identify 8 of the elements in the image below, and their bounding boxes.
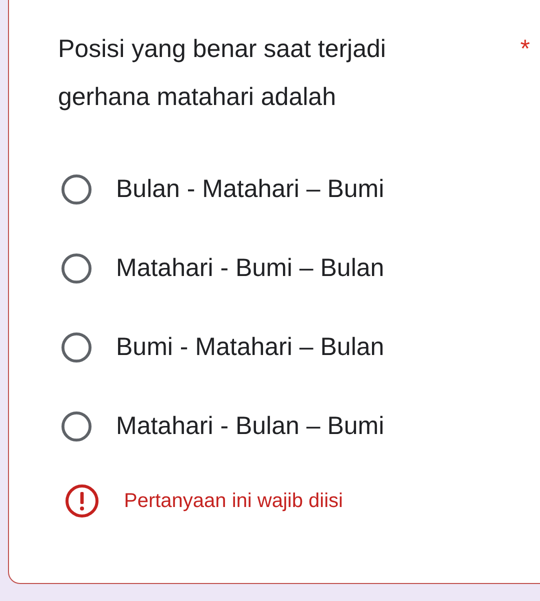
error-icon bbox=[65, 484, 99, 518]
radio-option[interactable]: Matahari - Bumi – Bulan bbox=[61, 250, 384, 286]
question-title: Posisi yang benar saat terjadi gerhana matahari adalah bbox=[58, 34, 387, 113]
radio-option[interactable]: Matahari - Bulan – Bumi bbox=[61, 408, 384, 444]
required-mark: * bbox=[520, 34, 530, 65]
radio-option[interactable]: Bulan - Matahari – Bumi bbox=[61, 171, 384, 207]
radio-option[interactable]: Bumi - Matahari – Bulan bbox=[61, 329, 384, 365]
error-message: Pertanyaan ini wajib diisi bbox=[124, 490, 344, 512]
